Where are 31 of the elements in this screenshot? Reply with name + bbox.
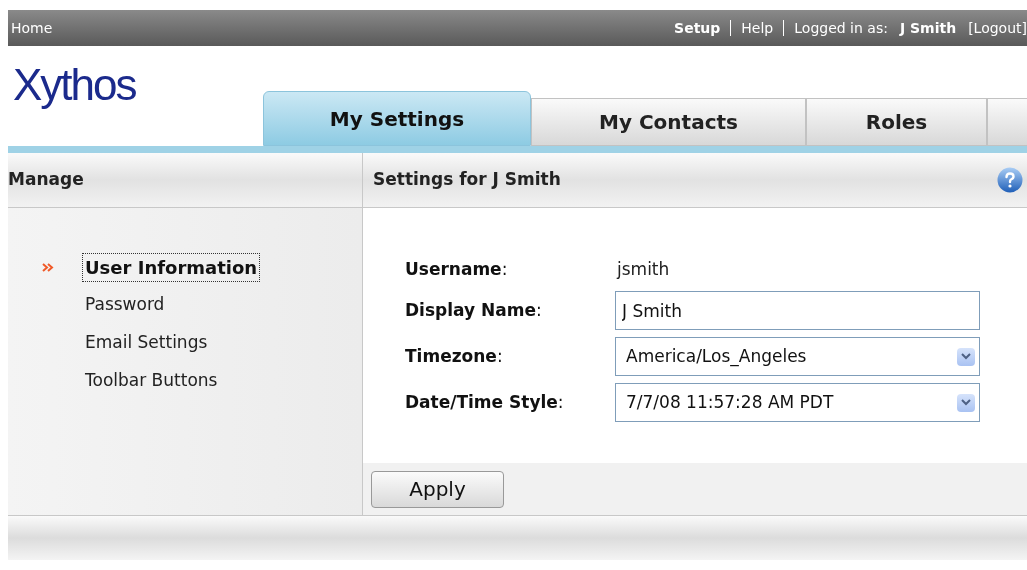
sidebar-title: Manage: [8, 168, 84, 192]
label-colon: :: [501, 258, 508, 282]
apply-button[interactable]: Apply: [371, 470, 504, 508]
sidebar-item[interactable]: Password: [82, 292, 168, 318]
label-colon: :: [496, 344, 503, 368]
tab[interactable]: My Contacts: [531, 98, 806, 146]
field-label: Display Name: [405, 298, 536, 322]
sidebar-item[interactable]: User Information: [82, 252, 261, 282]
header-link[interactable]: Help: [741, 17, 774, 39]
label-colon: :: [535, 298, 542, 322]
label-colon: :: [557, 390, 564, 414]
separator: [730, 20, 732, 36]
field-label: Date/Time Style: [405, 390, 558, 414]
logged-in-label: Logged in as:: [794, 18, 888, 38]
field-label: Username: [405, 258, 502, 282]
separator: [783, 20, 785, 36]
sidebar-item[interactable]: Email Settings: [82, 330, 211, 356]
tab[interactable]: Roles: [806, 98, 987, 146]
help-icon[interactable]: [997, 167, 1023, 193]
panel-title: Settings for J Smith: [373, 168, 561, 192]
logo: Xythos: [13, 59, 136, 111]
logout-link[interactable]: [Logout]: [968, 17, 1027, 39]
dropdown[interactable]: America/Los_Angeles: [615, 337, 980, 376]
user-name: J Smith: [899, 18, 957, 38]
field-label: Timezone: [405, 344, 497, 368]
tab[interactable]: My Settings: [263, 91, 531, 146]
sidebar-item[interactable]: Toolbar Buttons: [82, 368, 221, 394]
header-link[interactable]: Setup: [674, 17, 721, 39]
field-value: jsmith: [615, 258, 670, 282]
home-link[interactable]: Home: [11, 17, 53, 39]
dropdown[interactable]: 7/7/08 11:57:28 AM PDT: [615, 383, 980, 422]
